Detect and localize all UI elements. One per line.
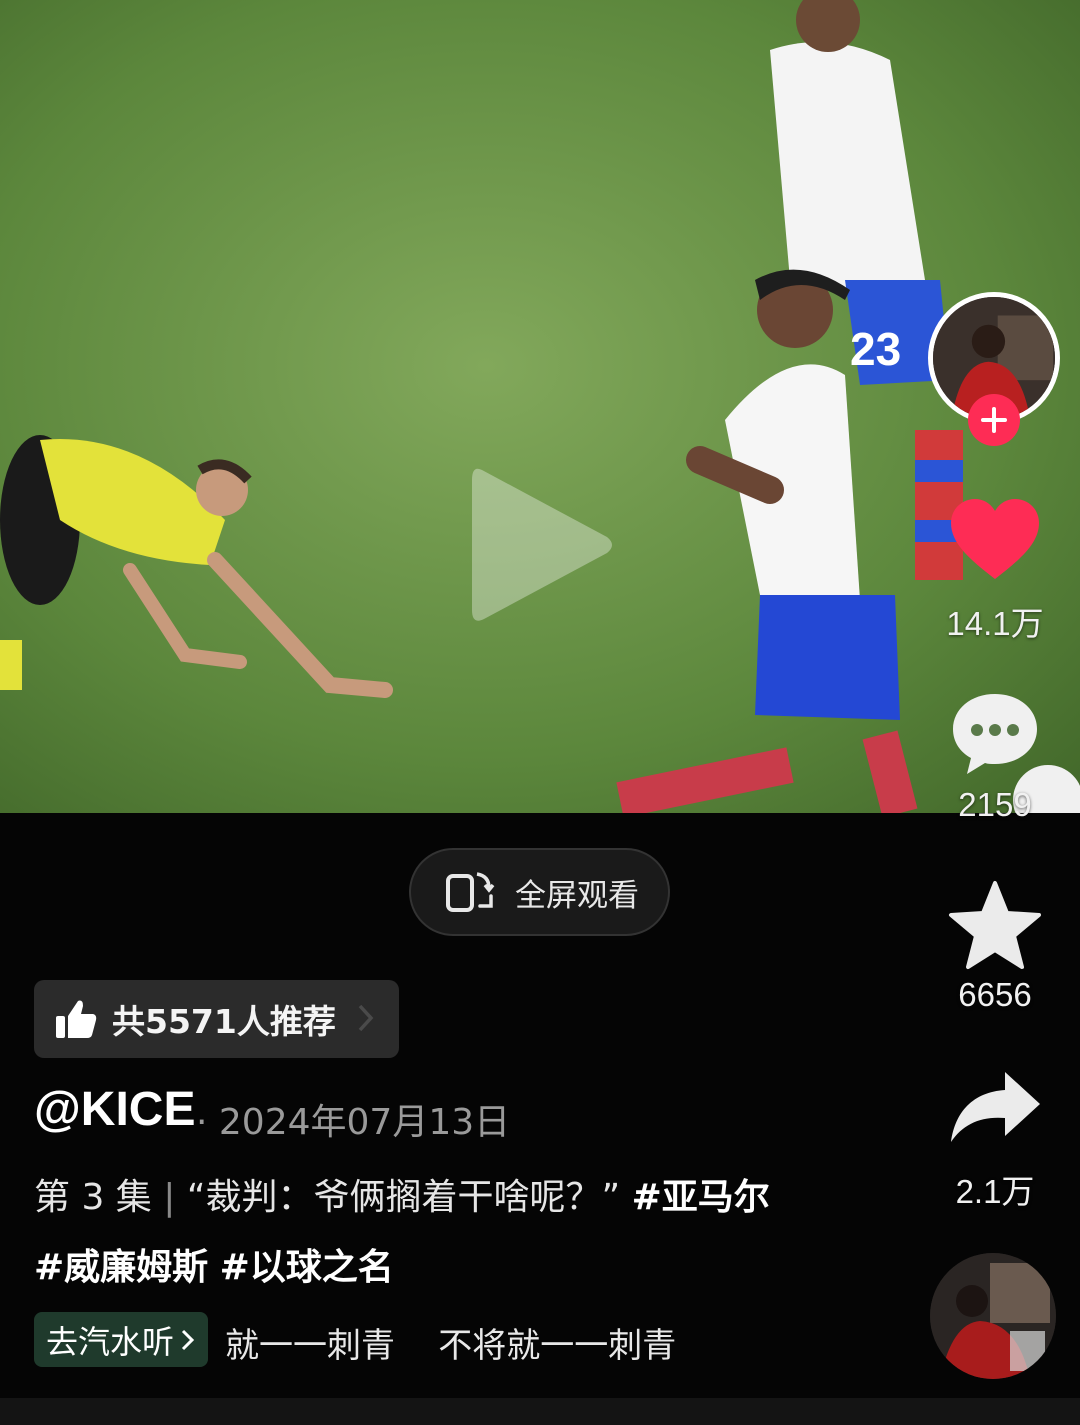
svg-text:23: 23 (850, 323, 901, 375)
hashtag[interactable]: #亚马尔 (632, 1177, 770, 1218)
recommend-label: 共5571人推荐 (112, 1002, 336, 1041)
music-disc-image (930, 1253, 1056, 1379)
open-in-music-app-button[interactable]: 去汽水听 (34, 1312, 209, 1367)
chevron-right-icon (181, 1329, 195, 1350)
music-disc[interactable] (930, 1253, 1056, 1379)
share-icon (951, 1072, 1040, 1142)
follow-button[interactable] (968, 394, 1020, 446)
comment-count: 2159 (958, 786, 1032, 823)
share-button[interactable] (945, 1068, 1045, 1144)
like-button[interactable] (945, 497, 1045, 581)
favorite-button[interactable] (945, 880, 1045, 970)
post-date: · 2024年07月13日 (196, 1102, 511, 1143)
fullscreen-label: 全屏观看 (515, 877, 639, 914)
video-player[interactable]: 23 (0, 0, 1080, 813)
comment-icon (953, 694, 1037, 774)
hashtag[interactable]: #以球之名 (220, 1247, 394, 1288)
star-icon (949, 881, 1041, 969)
comment-button[interactable] (945, 690, 1045, 776)
recommend-banner[interactable]: 共5571人推荐 (34, 980, 399, 1058)
play-button[interactable] (462, 455, 622, 635)
plus-icon (981, 407, 1007, 433)
music-chip-label: 去汽水听 (46, 1322, 175, 1361)
music-title[interactable]: 就一一刺青 不将就一一刺青 (225, 1318, 676, 1367)
caption-separator: | (163, 1177, 176, 1218)
like-count: 14.1万 (946, 605, 1044, 642)
bottom-edge (0, 1398, 1080, 1425)
hashtag[interactable]: #威廉姆斯 (34, 1247, 208, 1288)
heart-icon (951, 499, 1039, 579)
post-caption: 第 3 集 | “裁判：爷俩搁着干啥呢？” #亚马尔 #威廉姆斯 #以球之名 (34, 1163, 834, 1303)
fullscreen-button[interactable]: 全屏观看 (409, 848, 670, 936)
caption-text: “裁判：爷俩搁着干啥呢？” (186, 1177, 621, 1218)
rotate-screen-icon (446, 872, 495, 912)
favorite-count: 6656 (958, 976, 1032, 1013)
author-name[interactable]: @KICE (34, 1082, 195, 1137)
play-icon (472, 468, 612, 621)
episode-label[interactable]: 第 3 集 (34, 1177, 152, 1218)
chevron-right-icon (358, 1004, 374, 1032)
share-count: 2.1万 (955, 1173, 1035, 1210)
thumbs-up-icon (56, 1000, 97, 1038)
video-frame: 23 (0, 0, 1080, 813)
